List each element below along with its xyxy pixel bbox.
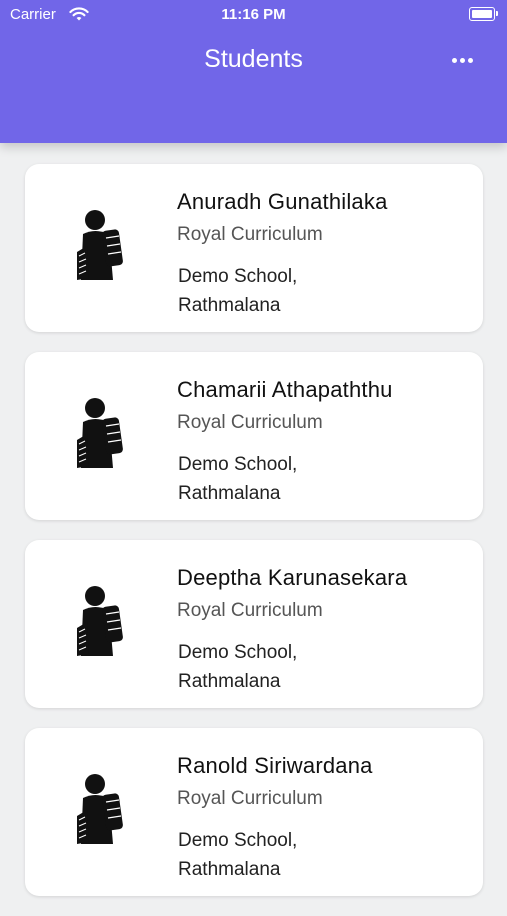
battery-icon [469,7,498,21]
app-header: Carrier 11:16 PM Students [0,0,507,143]
status-time: 11:16 PM [221,6,286,23]
student-school: Demo School, Rathmalana [178,262,297,320]
school-name: Demo School, [178,454,298,475]
student-school: Demo School, Rathmalana [178,450,297,508]
school-location: Rathmalana [178,295,281,316]
more-options-button[interactable] [447,48,477,72]
student-school: Demo School, Rathmalana [178,826,297,884]
school-name: Demo School, [178,642,298,663]
student-name: Anuradh Gunathilaka [177,189,388,214]
student-school: Demo School, Rathmalana [178,638,297,696]
student-curriculum: Royal Curriculum [177,412,323,433]
student-name: Deeptha Karunasekara [177,565,408,590]
school-location: Rathmalana [178,483,281,504]
student-icon [77,210,123,280]
status-bar: Carrier 11:16 PM [0,0,507,30]
student-card[interactable]: Ranold Siriwardana Royal Curriculum Demo… [25,728,483,896]
student-name: Ranold Siriwardana [177,753,373,778]
student-list: Anuradh Gunathilaka Royal Curriculum Dem… [25,164,483,916]
student-curriculum: Royal Curriculum [177,224,323,245]
student-curriculum: Royal Curriculum [177,600,323,621]
school-name: Demo School, [178,830,298,851]
page-title: Students [204,45,303,73]
student-icon [77,586,123,656]
school-name: Demo School, [178,266,298,287]
more-horizontal-icon [451,57,457,63]
school-location: Rathmalana [178,859,281,880]
student-icon [77,774,123,844]
school-location: Rathmalana [178,671,281,692]
student-card[interactable]: Anuradh Gunathilaka Royal Curriculum Dem… [25,164,483,332]
student-card[interactable]: Chamarii Athapaththu Royal Curriculum De… [25,352,483,520]
student-name: Chamarii Athapaththu [177,377,393,402]
student-icon [77,398,123,468]
student-curriculum: Royal Curriculum [177,788,323,809]
student-card[interactable]: Deeptha Karunasekara Royal Curriculum De… [25,540,483,708]
